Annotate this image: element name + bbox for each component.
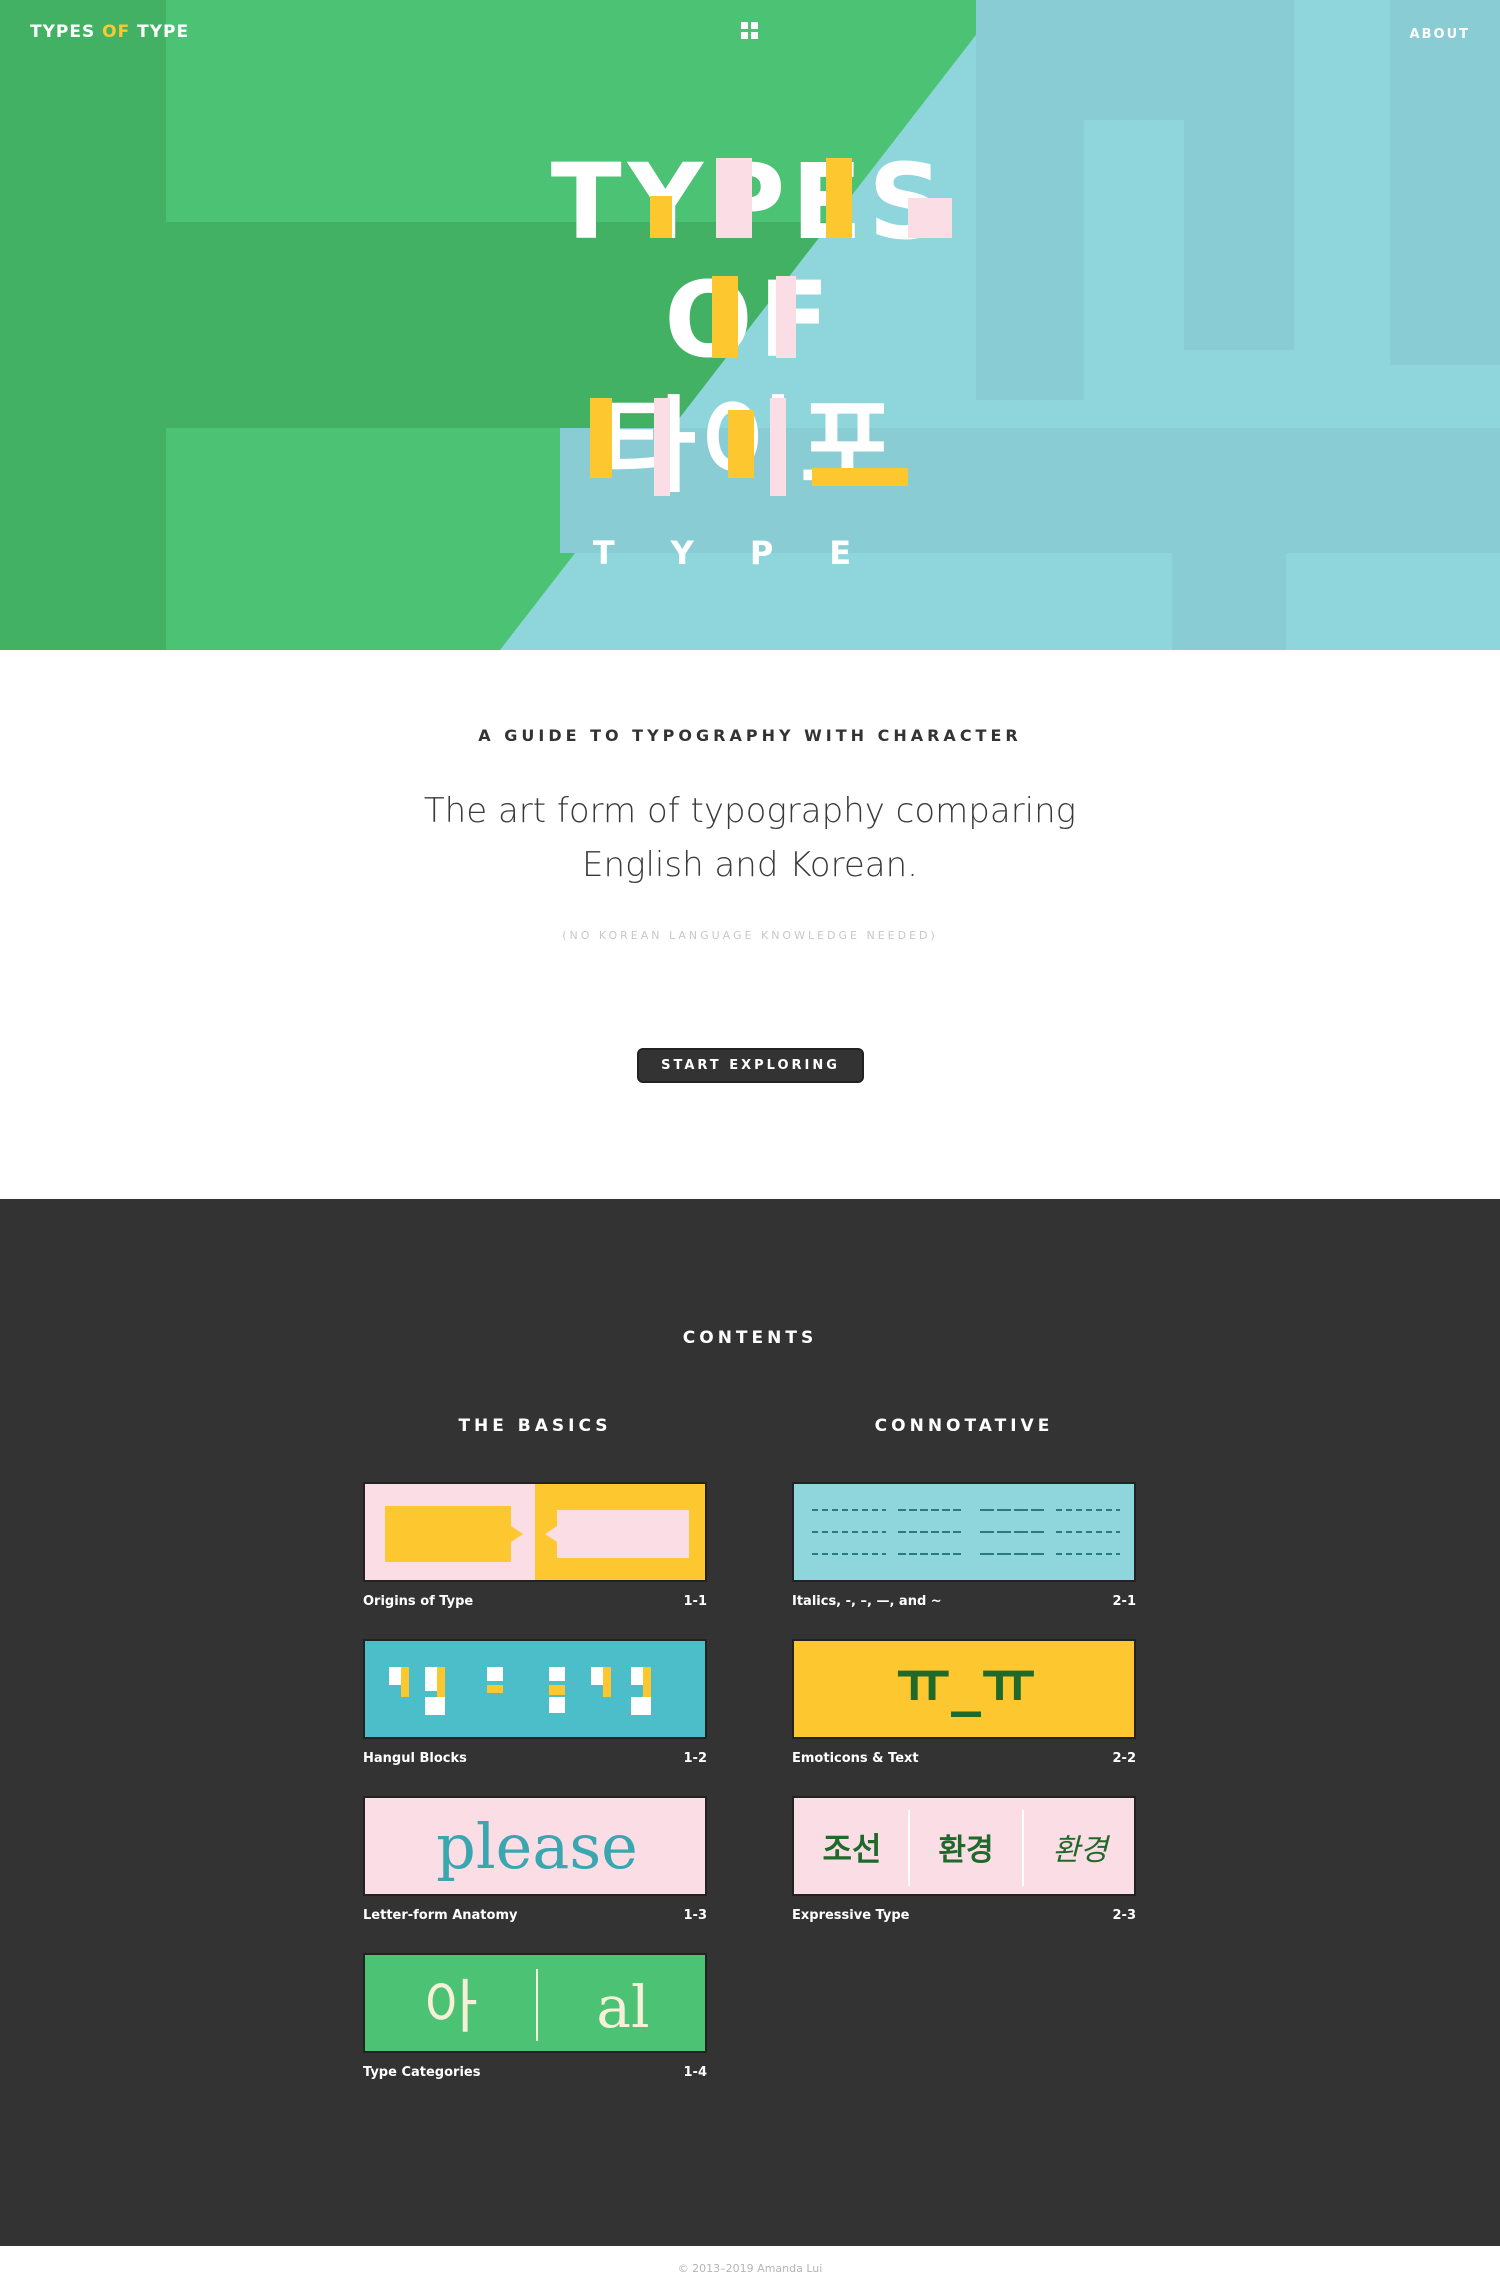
column-title-connotative: CONNOTATIVE <box>874 1416 1054 1436</box>
card-label: Emoticons & Text <box>792 1751 919 1766</box>
hero-line-of: OF <box>664 259 835 381</box>
card-number: 1-4 <box>683 2065 708 2080</box>
thumb-text-latin: al <box>596 1973 649 2041</box>
toc-card-type-categories[interactable]: 아 al Type Categories 1-4 <box>363 1953 707 2080</box>
toc-card-italics-dashes[interactable]: Italics, -, –, —, and ~ 2-1 <box>792 1482 1136 1609</box>
card-label: Type Categories <box>363 2065 481 2080</box>
card-label: Letter-form Anatomy <box>363 1908 518 1923</box>
hero-line-type: TYPE <box>593 534 907 572</box>
card-label: Expressive Type <box>792 1908 910 1923</box>
thumb-letter-form-anatomy: please <box>363 1796 707 1896</box>
intro-section: A GUIDE TO TYPOGRAPHY WITH CHARACTER The… <box>0 650 1500 1199</box>
card-number: 1-2 <box>683 1751 708 1766</box>
hero-line-korean: 타이포 <box>590 385 908 507</box>
svg-text:OF: OF <box>664 259 835 381</box>
toc-card-hangul-blocks[interactable]: Hangul Blocks 1-2 <box>363 1639 707 1766</box>
card-number: 2-3 <box>1112 1908 1137 1923</box>
card-number: 2-1 <box>1112 1594 1137 1609</box>
thumb-text-korean: 아 <box>424 1973 477 2041</box>
start-exploring-button[interactable]: START EXPLORING <box>637 1048 864 1083</box>
hero-banner: TYPES OF TYPE ABOUT TYPES OF 타이포 <box>0 0 1500 650</box>
copyright-text: © 2013–2019 Amanda Lui <box>677 2262 823 2275</box>
thumb-text-emoticon: ㅠ_ㅠ <box>896 1648 1036 1718</box>
thumb-word-1: 조선 <box>823 1830 882 1868</box>
thumb-origins-of-type <box>363 1482 707 1582</box>
card-label: Hangul Blocks <box>363 1751 467 1766</box>
toc-card-expressive-type[interactable]: 조선 환경 환경 Expressive Type 2-3 <box>792 1796 1136 1923</box>
thumb-text-please: please <box>436 1810 638 1883</box>
toc-card-letter-form-anatomy[interactable]: please Letter-form Anatomy 1-3 <box>363 1796 707 1923</box>
thumb-word-2: 환경 <box>938 1833 993 1868</box>
contents-title: CONTENTS <box>682 1328 818 1348</box>
thumb-expressive-type: 조선 환경 환경 <box>792 1796 1136 1896</box>
thumb-italics-dashes <box>792 1482 1136 1582</box>
thumb-word-3: 환경 <box>1052 1833 1111 1868</box>
card-number: 2-2 <box>1112 1751 1137 1766</box>
thumb-hangul-blocks <box>363 1639 707 1739</box>
contents-section: CONTENTS THE BASICS CONNOTATIVE Origins … <box>0 1199 1500 2246</box>
card-label: Italics, -, –, —, and ~ <box>792 1594 942 1609</box>
footer: © 2013–2019 Amanda Lui <box>0 2246 1500 2295</box>
hero-line-types: TYPES <box>551 141 952 263</box>
intro-note: (NO KOREAN LANGUAGE KNOWLEDGE NEEDED) <box>562 929 938 942</box>
toc-card-origins-of-type[interactable]: Origins of Type 1-1 <box>363 1482 707 1609</box>
thumb-type-categories: 아 al <box>363 1953 707 2053</box>
thumb-emoticons-text: ㅠ_ㅠ <box>792 1639 1136 1739</box>
card-number: 1-3 <box>683 1908 708 1923</box>
column-title-basics: THE BASICS <box>458 1416 612 1436</box>
card-number: 1-1 <box>683 1594 708 1609</box>
intro-lede: The art form of typography comparing Eng… <box>423 791 1077 885</box>
intro-kicker: A GUIDE TO TYPOGRAPHY WITH CHARACTER <box>478 726 1022 745</box>
hero-wordmark: TYPES OF 타이포 TYPE <box>551 141 952 572</box>
card-label: Origins of Type <box>363 1594 474 1609</box>
toc-card-emoticons-text[interactable]: ㅠ_ㅠ Emoticons & Text 2-2 <box>792 1639 1136 1766</box>
